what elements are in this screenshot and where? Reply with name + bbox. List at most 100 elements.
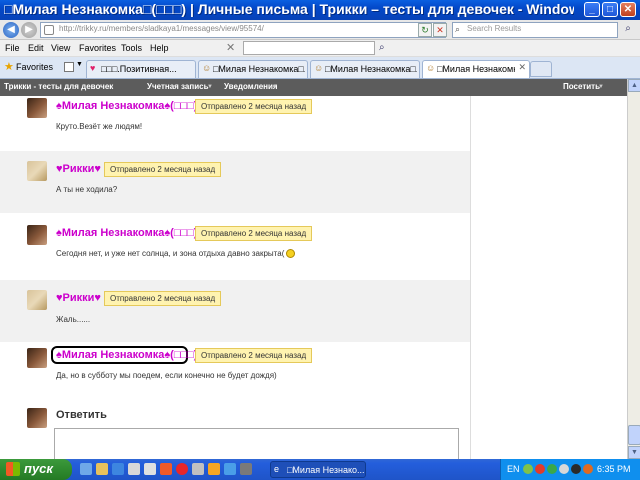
menu-view[interactable]: View [51, 43, 70, 53]
message-author[interactable]: ♥Рикки♥ [56, 163, 101, 175]
ie-icon: e [274, 464, 280, 474]
tab-label: □Милая Незнакомка□... [213, 64, 305, 74]
message-item: ♥Рикки♥ Отправлено 2 месяца назад Жаль..… [0, 280, 470, 342]
start-label: пуск [24, 461, 53, 476]
tab-4-active[interactable]: ☺ □Милая Незнакомка□... ✕ [422, 60, 530, 78]
maximize-button[interactable]: □ [602, 2, 618, 17]
avatar[interactable] [27, 225, 47, 245]
message-text: Сегодня нет, и уже нет солнца, и зона от… [56, 249, 296, 259]
scroll-down-icon[interactable]: ▼ [628, 446, 640, 459]
url-field[interactable]: http://trikky.ru/members/sladkaya1/messa… [40, 22, 446, 38]
page-favicon-icon [44, 25, 54, 35]
reply-heading: Ответить [56, 409, 107, 421]
quicklaunch-media-icon[interactable] [160, 463, 172, 475]
tray-app-icon[interactable] [571, 464, 581, 474]
menu-help[interactable]: Help [150, 43, 169, 53]
new-tab-button[interactable] [530, 61, 552, 77]
quicklaunch-explorer-icon[interactable] [80, 463, 92, 475]
notifications-chevron-down-icon: ▼ [272, 84, 278, 90]
quicklaunch-opera-icon[interactable] [176, 463, 188, 475]
language-indicator[interactable]: EN [507, 464, 520, 474]
message-author[interactable]: ♥Рикки♥ [56, 292, 101, 304]
reply-textarea[interactable] [54, 428, 459, 459]
menu-edit[interactable]: Edit [28, 43, 44, 53]
search-icon[interactable]: ⌕ [620, 23, 636, 37]
quicklaunch-app-icon[interactable] [208, 463, 220, 475]
menu-tools[interactable]: Tools [121, 43, 142, 53]
title-bar: □Милая Незнакомка□(□□□) | Личные письма … [0, 0, 640, 20]
tab-2[interactable]: ☺ □Милая Незнакомка□... [198, 60, 308, 78]
site-favicon-icon: ☺ [314, 63, 324, 73]
menu-favorites[interactable]: Favorites [79, 43, 116, 53]
quicklaunch-app-icon[interactable] [192, 463, 204, 475]
tray-volume-icon[interactable] [559, 464, 569, 474]
search-input[interactable]: ⌕ Search Results [452, 22, 618, 38]
minimize-button[interactable]: _ [584, 2, 600, 17]
search-placeholder: Search Results [467, 24, 522, 33]
forward-icon[interactable]: ▶ [21, 22, 37, 38]
message-text-content: Сегодня нет, и уже нет солнца, и зона от… [56, 249, 285, 258]
reply-avatar [27, 408, 47, 428]
site-favicon-icon: ☺ [202, 63, 212, 73]
refresh-icon[interactable]: ↻ [418, 23, 432, 37]
taskbar-window-label: □Милая Незнако... [287, 465, 365, 475]
message-author[interactable]: ♠Милая Незнакомка♠(□□□) [56, 349, 197, 361]
tray-network-icon[interactable] [523, 464, 533, 474]
message-item: ♠Милая Незнакомка♠(□□□) Отправлено 2 мес… [0, 213, 470, 280]
toolbar-search-input[interactable] [243, 41, 375, 55]
tray-antivirus-icon[interactable] [535, 464, 545, 474]
tab-3[interactable]: ☺ □Милая Незнакомка□... [310, 60, 420, 78]
scroll-thumb[interactable] [628, 425, 640, 445]
toolbar-close-icon[interactable]: ✕ [226, 41, 235, 54]
tab-1[interactable]: ♥ □□□.Позитивная... [86, 60, 196, 78]
message-author[interactable]: ♠Милая Незнакомка♠(□□□) [56, 100, 197, 112]
quicklaunch-app-icon[interactable] [240, 463, 252, 475]
avatar[interactable] [27, 161, 47, 181]
quick-tabs-icon[interactable] [64, 62, 74, 72]
toolbar-search-icon[interactable]: ⌕ [379, 42, 385, 53]
favorites-button[interactable]: ★ Favorites [2, 60, 58, 76]
close-button[interactable]: ✕ [620, 2, 636, 17]
tabs-bar: ★ Favorites ▼ ♥ □□□.Позитивная... ☺ □Мил… [0, 57, 640, 79]
quicklaunch-ie-icon[interactable] [112, 463, 124, 475]
avatar[interactable] [27, 348, 47, 368]
account-menu[interactable]: Учетная запись [147, 82, 209, 91]
back-icon[interactable]: ◀ [3, 22, 19, 38]
right-sidebar [470, 96, 627, 459]
menu-file[interactable]: File [5, 43, 20, 53]
tab-close-icon[interactable]: ✕ [518, 62, 526, 73]
quicklaunch-app-icon[interactable] [144, 463, 156, 475]
vertical-scrollbar[interactable]: ▲ ▼ [627, 79, 640, 459]
url-text: http://trikky.ru/members/sladkaya1/messa… [59, 24, 264, 33]
message-text: Круто.Везёт же людям! [56, 122, 143, 131]
notifications-menu[interactable]: Уведомления [224, 82, 278, 91]
avatar[interactable] [27, 290, 47, 310]
start-button[interactable]: пуск [0, 459, 72, 480]
windows-logo-icon [6, 462, 20, 476]
avatar[interactable] [27, 98, 47, 118]
address-bar: ◀ ▶ http://trikky.ru/members/sladkaya1/m… [0, 20, 640, 40]
tray-app-icon[interactable] [583, 464, 593, 474]
visit-menu[interactable]: Посетить [563, 82, 600, 91]
account-chevron-down-icon: ▼ [207, 84, 213, 90]
tab-label: □□□.Позитивная... [101, 64, 177, 74]
sent-badge: Отправлено 2 месяца назад [104, 162, 222, 177]
message-author[interactable]: ♠Милая Незнакомка♠(□□□) [56, 227, 197, 239]
web-page: Трикки - тесты для девочек Учетная запис… [0, 79, 627, 459]
quicklaunch-app-icon[interactable] [224, 463, 236, 475]
star-icon: ★ [4, 61, 14, 73]
favorites-label: Favorites [16, 62, 54, 72]
site-brand-link[interactable]: Трикки - тесты для девочек [4, 82, 113, 91]
scroll-up-icon[interactable]: ▲ [628, 79, 640, 92]
taskbar: пуск e □Милая Незнако... EN 6:35 PM [0, 459, 640, 480]
stop-icon[interactable]: ✕ [433, 23, 447, 37]
system-tray: EN 6:35 PM [500, 459, 640, 480]
tray-app-icon[interactable] [547, 464, 557, 474]
tab-list-chevron-down-icon[interactable]: ▼ [76, 61, 83, 68]
quicklaunch-folder-icon[interactable] [96, 463, 108, 475]
clock[interactable]: 6:35 PM [597, 464, 631, 474]
quicklaunch-app-icon[interactable] [128, 463, 140, 475]
sent-badge: Отправлено 2 месяца назад [104, 291, 222, 306]
site-nav-bar: Трикки - тесты для девочек Учетная запис… [0, 79, 627, 96]
taskbar-window-button[interactable]: e □Милая Незнако... [270, 461, 366, 478]
